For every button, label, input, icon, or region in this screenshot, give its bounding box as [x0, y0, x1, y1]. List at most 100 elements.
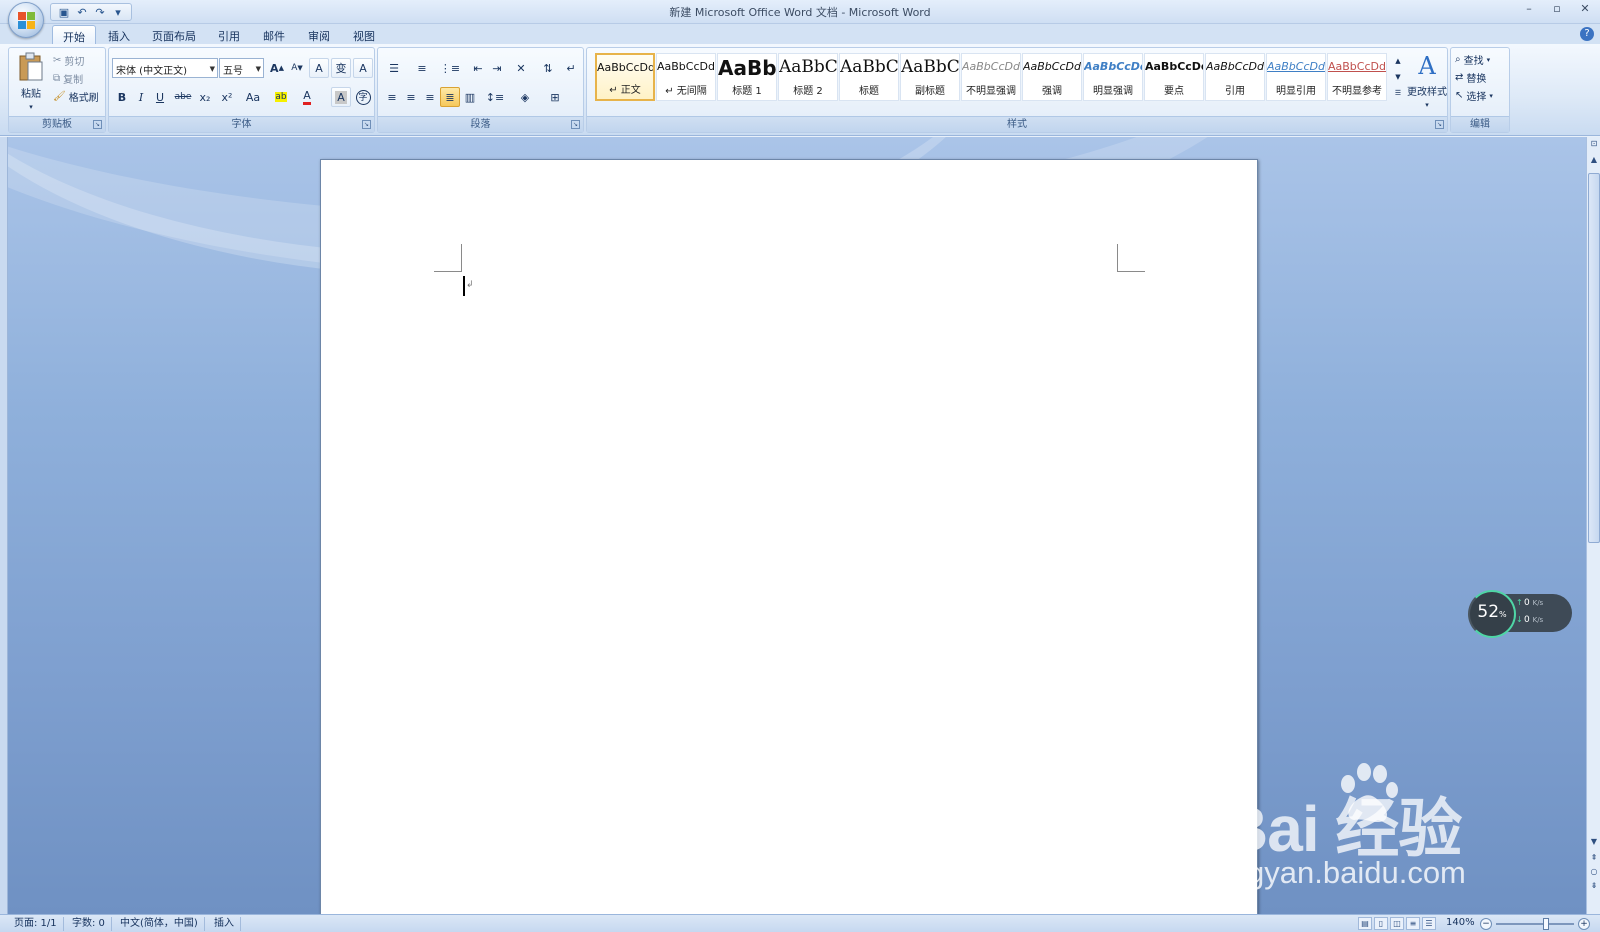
style-item[interactable]: AaBbCcDd 明显引用 [1266, 53, 1326, 101]
document-page[interactable]: ↲ [320, 159, 1258, 914]
change-styles-button[interactable]: A 更改样式 ▾ [1405, 52, 1449, 109]
full-screen-reading-icon[interactable]: ▯ [1374, 917, 1388, 930]
draft-icon[interactable]: ☰ [1422, 917, 1436, 930]
next-page-icon[interactable]: ⇟ [1588, 881, 1600, 893]
shrink-font-button[interactable]: A ▼ [287, 58, 307, 78]
office-button[interactable] [8, 2, 44, 38]
numbering-button[interactable]: ≡ [410, 58, 434, 78]
style-item[interactable]: AaBbCcDd ↵ 正文 [595, 53, 655, 101]
network-monitor-widget[interactable]: 52% ↑ 0 K/s ↓ 0 K/s [1468, 590, 1572, 638]
font-launcher-icon[interactable]: ↘ [362, 120, 371, 129]
scroll-up-icon[interactable]: ▲ [1588, 155, 1600, 167]
gallery-more-icon[interactable]: ☰ [1393, 85, 1403, 101]
borders-button[interactable]: ⊞ [542, 87, 568, 107]
show-marks-button[interactable]: ↵ [561, 58, 581, 78]
zoom-slider[interactable]: − + [1480, 918, 1590, 930]
style-item[interactable]: AaBbCcDd 不明显强调 [961, 53, 1021, 101]
font-name-select[interactable]: 宋体 (中文正文) ▼ [112, 58, 218, 78]
distributed-button[interactable]: ▥ [460, 87, 480, 107]
bullets-button[interactable]: ☰ [382, 58, 406, 78]
style-item[interactable]: AaBbCcDd 不明显参考 [1327, 53, 1387, 101]
style-item[interactable]: AaBbCcDd 明显强调 [1083, 53, 1143, 101]
style-item[interactable]: AaBbC 标题 2 [778, 53, 838, 101]
paste-button[interactable]: 粘贴 ▾ [13, 52, 49, 112]
ruler-toggle-icon[interactable]: ⊡ [1588, 139, 1600, 151]
grow-font-icon: A [270, 61, 279, 75]
enclose-characters-button[interactable]: 字 [353, 87, 373, 107]
paragraph-launcher-icon[interactable]: ↘ [571, 120, 580, 129]
gallery-down-icon[interactable]: ▼ [1393, 69, 1403, 85]
tab-references[interactable]: 引用 [208, 25, 250, 44]
web-layout-icon[interactable]: ◫ [1390, 917, 1404, 930]
cut-button[interactable]: ✂ 剪切 [53, 53, 84, 68]
style-item[interactable]: AaBbCcDd 强调 [1022, 53, 1082, 101]
help-icon[interactable]: ? [1580, 27, 1594, 41]
phonetic-guide-button[interactable]: 变 [331, 58, 351, 78]
language-indicator[interactable]: 中文(简体，中国) [114, 917, 205, 931]
minimize-button[interactable]: – [1520, 2, 1538, 18]
character-border-button[interactable]: A [353, 58, 373, 78]
shading-button[interactable]: ◈ [512, 87, 538, 107]
previous-page-icon[interactable]: ⇞ [1588, 853, 1600, 865]
line-spacing-button[interactable]: ↕≡ [482, 87, 508, 107]
format-painter-button[interactable]: 🖌 格式刷 [53, 89, 99, 104]
scroll-down-icon[interactable]: ▼ [1588, 837, 1600, 849]
font-size-select[interactable]: 五号 ▼ [219, 58, 264, 78]
multilevel-list-button[interactable]: ⋮≡ [438, 58, 462, 78]
style-item[interactable]: AaBbCcDd 要点 [1144, 53, 1204, 101]
tab-home[interactable]: 开始 [52, 25, 96, 44]
clear-format-button[interactable]: A [309, 58, 329, 78]
decrease-indent-button[interactable]: ⇤ [468, 58, 488, 78]
tab-insert[interactable]: 插入 [98, 25, 140, 44]
word-count[interactable]: 字数: 0 [66, 917, 112, 931]
styles-launcher-icon[interactable]: ↘ [1435, 120, 1444, 129]
font-color-button[interactable]: A [296, 87, 318, 107]
insert-mode[interactable]: 插入 [208, 917, 241, 931]
style-item[interactable]: AaBbC 标题 [839, 53, 899, 101]
style-sample: AaBbCcDd [1328, 60, 1386, 73]
superscript-button[interactable]: x² [217, 87, 237, 107]
gallery-up-icon[interactable]: ▲ [1393, 53, 1403, 69]
underline-button[interactable]: U [150, 87, 170, 107]
increase-indent-button[interactable]: ⇥ [487, 58, 507, 78]
print-layout-icon[interactable]: ▤ [1358, 917, 1372, 930]
grow-font-button[interactable]: A ▲ [267, 58, 287, 78]
strikethrough-button[interactable]: abe [173, 87, 193, 107]
chinese-layout-button[interactable]: ✕ [508, 58, 534, 78]
zoom-out-icon[interactable]: − [1480, 918, 1492, 930]
outline-icon[interactable]: ≡ [1406, 917, 1420, 930]
align-left-button[interactable]: ≡ [382, 87, 402, 107]
subscript-button[interactable]: x₂ [195, 87, 215, 107]
tab-page-layout[interactable]: 页面布局 [142, 25, 206, 44]
bold-button[interactable]: B [112, 87, 132, 107]
close-button[interactable]: ✕ [1576, 2, 1594, 18]
align-center-button[interactable]: ≡ [401, 87, 421, 107]
style-item[interactable]: AaBbCcDd 引用 [1205, 53, 1265, 101]
zoom-in-icon[interactable]: + [1578, 918, 1590, 930]
page-count[interactable]: 页面: 1/1 [8, 917, 64, 931]
browse-object-icon[interactable]: ○ [1588, 867, 1600, 879]
zoom-knob[interactable] [1543, 918, 1549, 930]
tab-mailings[interactable]: 邮件 [253, 25, 295, 44]
vertical-scrollbar[interactable]: ⊡ ▲ ▼ ⇞ ○ ⇟ [1586, 137, 1600, 914]
tab-view[interactable]: 视图 [343, 25, 385, 44]
style-item[interactable]: AaBbC 副标题 [900, 53, 960, 101]
sort-button[interactable]: ⇅ [538, 58, 558, 78]
style-item[interactable]: AaBb 标题 1 [717, 53, 777, 101]
character-shading-button[interactable]: A [331, 87, 351, 107]
italic-button[interactable]: I [131, 87, 151, 107]
replace-button[interactable]: ⇄ 替换 [1455, 70, 1486, 85]
justify-button[interactable]: ≣ [440, 87, 460, 107]
scrollbar-thumb[interactable] [1588, 173, 1600, 543]
change-case-button[interactable]: Aa [241, 87, 265, 107]
select-button[interactable]: ↖ 选择 ▾ [1455, 88, 1493, 103]
clipboard-launcher-icon[interactable]: ↘ [93, 120, 102, 129]
style-item[interactable]: AaBbCcDd ↵ 无间隔 [656, 53, 716, 101]
copy-button[interactable]: ⧉ 复制 [53, 71, 83, 86]
highlight-button[interactable]: ab [269, 87, 293, 107]
tab-review[interactable]: 审阅 [298, 25, 340, 44]
restore-button[interactable]: ▫ [1548, 2, 1566, 18]
zoom-level[interactable]: 140% [1446, 917, 1475, 928]
find-button[interactable]: ⌕ 查找 ▾ [1455, 52, 1490, 67]
align-right-button[interactable]: ≡ [420, 87, 440, 107]
